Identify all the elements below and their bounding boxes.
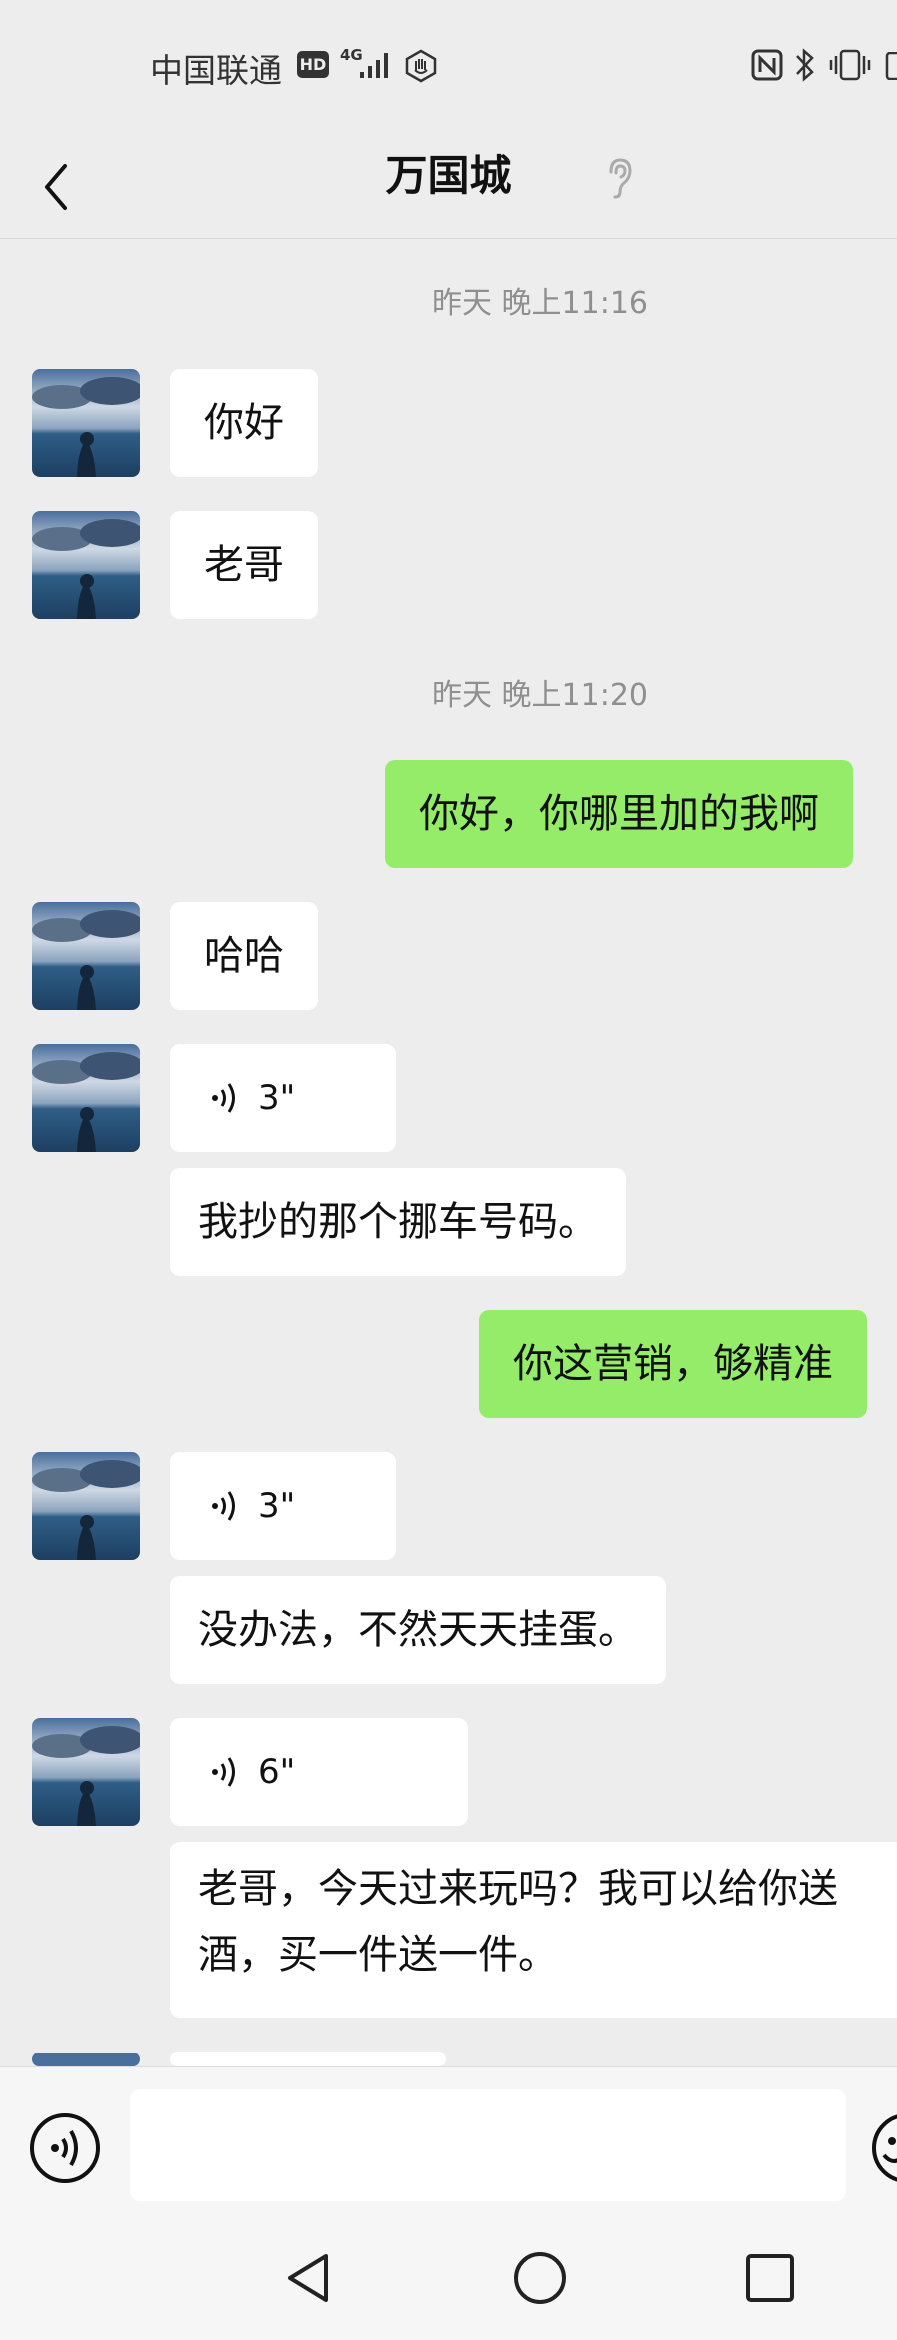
avatar[interactable] (32, 369, 140, 477)
voice-duration: 6" (258, 1752, 296, 1792)
chat-title[interactable]: 万国城 (0, 146, 897, 206)
message-bubble-own[interactable]: 你好，你哪里加的我啊 (385, 760, 853, 868)
message-bubble-own[interactable]: 你这营销，够精准 (479, 1310, 867, 1418)
back-triangle-icon[interactable] (282, 2250, 332, 2306)
message-bubble[interactable]: 老哥，今天过来玩吗？我可以给你送酒，买一件送一件。 (170, 1842, 897, 2018)
message-bubble[interactable]: 我抄的那个挪车号码。 (170, 1168, 626, 1276)
message-bubble[interactable]: 你好 (170, 369, 318, 477)
message-bubble[interactable]: 哈哈 (170, 902, 318, 1010)
timestamp: 昨天 晚上11:20 (432, 678, 648, 713)
avatar[interactable] (32, 1044, 140, 1152)
avatar[interactable] (32, 511, 140, 619)
voice-duration: 3" (258, 1078, 296, 1118)
avatar[interactable] (32, 1452, 140, 1560)
voice-message[interactable]: 3" (170, 1044, 396, 1152)
avatar[interactable] (32, 1718, 140, 1826)
message-bubble[interactable]: 老哥 (170, 511, 318, 619)
recents-square-icon[interactable] (743, 2250, 795, 2306)
emoji-icon[interactable] (870, 2111, 897, 2185)
hd-badge: HD (297, 51, 329, 78)
ear-icon (609, 158, 632, 199)
avatar[interactable] (32, 2052, 140, 2066)
bluetooth-icon (796, 48, 814, 82)
voice-wave-icon (212, 1083, 235, 1113)
voice-message[interactable]: 6" (170, 1718, 468, 1826)
vibrate-icon (829, 49, 871, 81)
input-bar (0, 2066, 897, 2225)
nfc-icon (751, 49, 783, 81)
chat-header: 万国城 (0, 132, 897, 239)
avatar[interactable] (32, 902, 140, 1010)
message-input[interactable] (130, 2089, 846, 2201)
message-bubble[interactable]: 没办法，不然天天挂蛋。 (170, 1576, 666, 1684)
message-bubble-partial[interactable] (170, 2052, 446, 2066)
hand-icon (405, 49, 437, 83)
system-navigation-bar (0, 2224, 897, 2340)
signal-icon (360, 53, 388, 78)
voice-toggle-icon[interactable] (28, 2111, 102, 2185)
home-circle-icon[interactable] (512, 2250, 568, 2306)
voice-wave-icon (212, 1491, 235, 1521)
status-bar: 中国联通 HD 4G (0, 0, 897, 132)
timestamp: 昨天 晚上11:16 (432, 286, 648, 321)
voice-wave-icon (212, 1757, 235, 1787)
battery-icon (885, 52, 897, 80)
carrier-label: 中国联通 (150, 51, 282, 90)
voice-message[interactable]: 3" (170, 1452, 396, 1560)
voice-duration: 3" (258, 1486, 296, 1526)
